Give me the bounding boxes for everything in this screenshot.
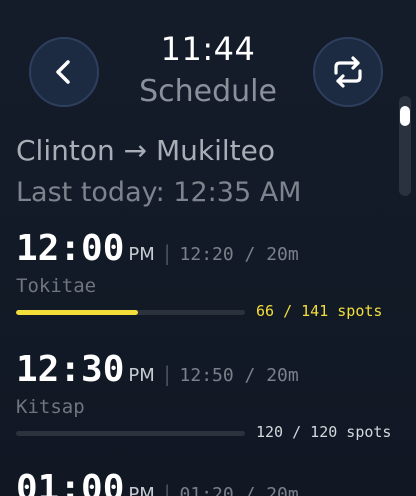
vessel-name: Tokitae [16,275,97,297]
sailing-time-row: 01:00 PM | 01:20 / 20m [16,468,299,496]
sailing-time-row: 12:00 PM | 12:20 / 20m [16,228,299,269]
scrollbar-thumb[interactable] [400,106,410,126]
separator: | [163,362,171,386]
separator: | [163,241,171,265]
spots-count: 120 / 120 spots [256,423,392,441]
arrival-duration: 12:20 / 20m [179,244,299,265]
ampm-label: PM [128,365,155,386]
departure-time: 12:30 [16,349,125,390]
last-sailing-label: Last today: 12:35 AM [16,177,302,208]
ampm-label: PM [128,244,155,265]
ampm-label: PM [128,484,155,496]
arrival-duration: 12:50 / 20m [179,365,299,386]
sailing-time-row: 12:30 PM | 12:50 / 20m [16,349,299,390]
swap-arrows-icon [334,56,362,88]
swap-direction-button[interactable] [313,37,383,107]
capacity-bar [16,310,245,315]
capacity-bar-fill [16,310,138,315]
capacity-bar [16,431,245,436]
route-label: Clinton → Mukilteo [16,134,275,167]
vessel-name: Kitsap [16,396,85,418]
arrival-duration: 01:20 / 20m [179,484,299,496]
departure-time: 12:00 [16,228,125,269]
spots-count: 66 / 141 spots [256,302,383,320]
separator: | [163,481,171,496]
departure-time: 01:00 [16,468,125,496]
